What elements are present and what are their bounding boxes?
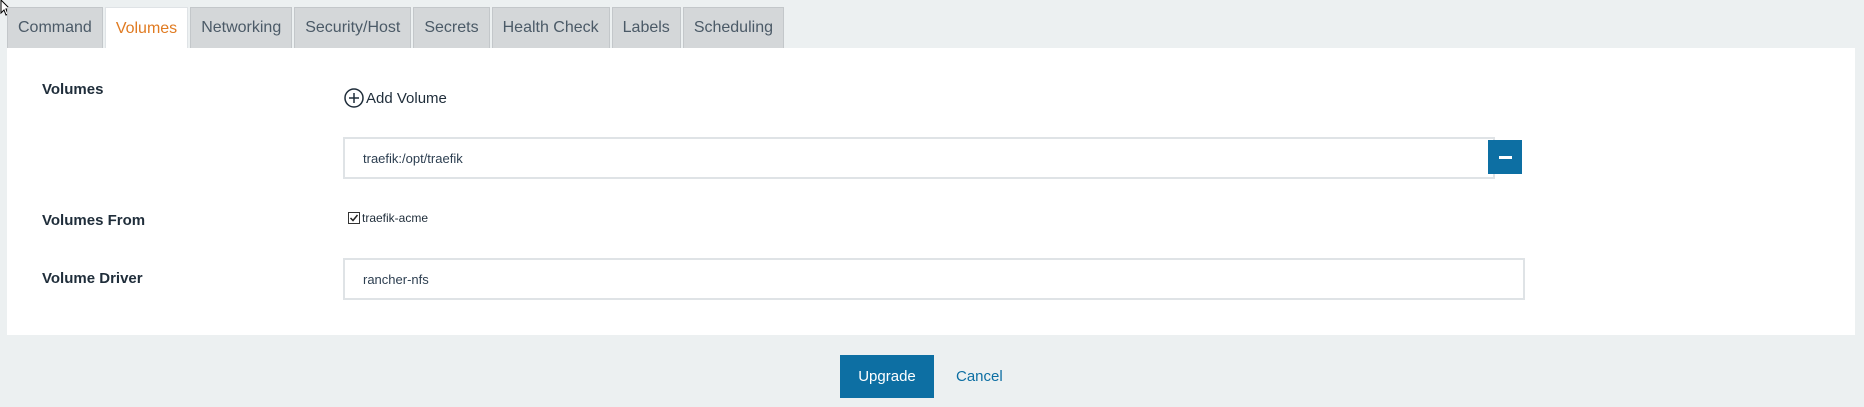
volumes-from-option-label: traefik-acme — [362, 211, 429, 225]
remove-volume-button[interactable] — [1488, 140, 1522, 174]
add-volume-label: Add Volume — [366, 89, 447, 107]
tab-volumes[interactable]: Volumes — [104, 7, 189, 49]
volumes-label: Volumes — [42, 81, 104, 98]
volumes-from-label: Volumes From — [42, 212, 146, 229]
tab-health-check[interactable]: Health Check — [491, 7, 610, 48]
tab-networking[interactable]: Networking — [190, 7, 293, 48]
volume-driver-input[interactable] — [343, 258, 1525, 300]
tab-bar: Command Volumes Networking Security/Host… — [7, 7, 784, 49]
tab-secrets[interactable]: Secrets — [413, 7, 490, 48]
upgrade-button[interactable]: Upgrade — [840, 355, 934, 398]
tab-labels[interactable]: Labels — [611, 7, 681, 48]
checkbox-checked-icon[interactable] — [348, 212, 360, 224]
volume-input[interactable] — [343, 137, 1495, 179]
cancel-button[interactable]: Cancel — [956, 355, 1003, 398]
volume-driver-label: Volume Driver — [42, 270, 143, 287]
add-volume-button[interactable]: Add Volume — [344, 88, 447, 108]
minus-icon — [1498, 155, 1512, 159]
volumes-panel: Volumes Add Volume Volumes From traefik-… — [7, 48, 1855, 335]
tab-command[interactable]: Command — [7, 7, 103, 48]
volumes-from-option: traefik-acme — [348, 211, 428, 225]
plus-circle-icon — [344, 88, 364, 108]
tab-security-host[interactable]: Security/Host — [294, 7, 412, 48]
tab-scheduling[interactable]: Scheduling — [682, 7, 784, 48]
